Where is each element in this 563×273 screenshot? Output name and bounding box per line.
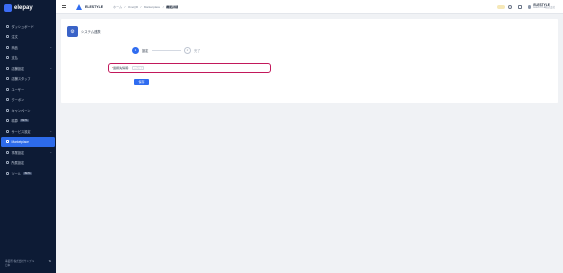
integration-input[interactable]: 入力してください <box>132 66 145 70</box>
sidebar-item-staff[interactable]: 店舗スタッフ <box>0 74 56 85</box>
sidebar-item-label: 店舗設定 <box>11 66 25 71</box>
sidebar-item-label: Marketplace <box>11 139 29 144</box>
field-label: *連携先情報: <box>112 66 130 70</box>
chevron-down-icon: ⌄ <box>49 45 52 50</box>
breadcrumb: ホーム / OneQR / Marketplace / 機能詳細 <box>113 5 178 9</box>
step-2-label: 完了 <box>194 49 201 53</box>
sidebar-item-affiliation[interactable]: 所属設定 <box>0 158 56 169</box>
tile-glyph: ⚙ <box>70 28 75 35</box>
sidebar-item-orders[interactable]: 注文 <box>0 32 56 43</box>
sidebar-item-label: 店舗スタッフ <box>11 77 31 82</box>
sidebar-item-label: 事業設定 <box>11 150 25 155</box>
breadcrumb-item-current: 機能詳細 <box>166 4 179 9</box>
help-icon[interactable] <box>507 5 512 9</box>
users-icon <box>6 87 9 91</box>
account-value: 株式会社サンプル <box>13 260 35 263</box>
save-button[interactable]: 保存 <box>134 79 149 85</box>
menu-icon[interactable] <box>62 5 66 8</box>
account-sub-label: 日本 <box>5 264 11 267</box>
breadcrumb-separator: / <box>124 4 126 9</box>
sidebar-item-business-settings[interactable]: 事業設定 ⌄ <box>0 147 56 158</box>
sidebar-item-service-settings[interactable]: サービス設定 ⌄ <box>0 126 56 137</box>
user-info: ELESTYLE ELESTYLE株式会社 <box>533 3 555 10</box>
beta-badge: BETA <box>23 171 33 175</box>
step-connector <box>152 50 181 51</box>
sidebar-item-products[interactable]: 商品 ⌄ <box>0 42 56 53</box>
sidebar-item-label: キャンペーン <box>11 108 31 113</box>
marketplace-icon <box>6 140 9 144</box>
sidebar-item-payments[interactable]: 支払 <box>0 53 56 64</box>
breadcrumb-separator: / <box>140 4 142 9</box>
system-integration-icon: ⚙ <box>67 26 78 37</box>
field-label-text: 連携先情報 <box>113 66 129 70</box>
sidebar-item-users[interactable]: ユーザー <box>0 84 56 95</box>
chevron-down-icon: ⌄ <box>49 66 52 71</box>
sidebar-footer: 事業所 株式会社サンプル ⇅ 日本 <box>0 259 56 267</box>
chevron-down-icon: ⌄ <box>49 150 52 155</box>
header-actions: ELESTYLE ELESTYLE株式会社 <box>496 0 555 14</box>
chevron-down-icon: ⌄ <box>49 129 52 134</box>
payments-icon <box>6 56 9 60</box>
business-icon <box>6 150 9 154</box>
sidebar-item-label: 商品 <box>11 45 18 50</box>
logo[interactable]: elepay <box>0 1 56 15</box>
sidebar-item-settlement[interactable]: 精算 BETA <box>0 116 56 127</box>
coupon-icon <box>6 98 9 102</box>
service-icon <box>6 129 9 133</box>
store-icon <box>6 66 9 70</box>
sidebar-item-tools[interactable]: ツール BETA <box>0 168 56 179</box>
sidebar-item-coupons[interactable]: クーポン <box>0 95 56 106</box>
tools-icon <box>6 171 9 175</box>
brand[interactable]: ELESTYLE <box>76 3 104 10</box>
settlement-icon <box>6 119 9 123</box>
breadcrumb-item-marketplace[interactable]: Marketplace <box>144 5 160 9</box>
products-icon <box>6 45 9 49</box>
sidebar-item-dashboard[interactable]: ダッシュボード <box>0 21 56 32</box>
collapse-icon[interactable]: ⇅ <box>48 259 51 263</box>
sidebar-item-label: サービス設定 <box>11 129 31 134</box>
step-1-label: 設定 <box>142 49 149 53</box>
breadcrumb-item-oneqr[interactable]: OneQR <box>128 5 138 9</box>
download-icon[interactable] <box>517 5 522 9</box>
sidebar: elepay ダッシュボード 注文 商品 ⌄ 支払 店舗設定 ⌄ 店舗スタッフ ユー… <box>0 0 56 273</box>
sidebar-item-store-settings[interactable]: 店舗設定 ⌄ <box>0 63 56 74</box>
sidebar-item-label: 所属設定 <box>11 161 25 166</box>
breadcrumb-separator: / <box>162 4 164 9</box>
sidebar-item-marketplace[interactable]: Marketplace <box>1 136 55 147</box>
staff-icon <box>6 77 9 81</box>
integration-field: *連携先情報: 入力してください <box>108 63 271 73</box>
beta-badge: BETA <box>19 119 29 123</box>
sidebar-item-label: 注文 <box>11 35 18 40</box>
affiliation-icon <box>6 161 9 165</box>
brand-logo-icon <box>76 3 82 10</box>
card-header: ⚙ システム連携 <box>67 26 101 37</box>
logo-text: elepay <box>14 5 33 11</box>
dashboard-icon <box>6 24 9 28</box>
main-card: ⚙ システム連携 1 設定 2 完了 *連携先情報: 入力してください 保存 <box>61 19 558 103</box>
user-menu[interactable]: ELESTYLE ELESTYLE株式会社 <box>527 3 555 10</box>
step-1-indicator: 1 <box>132 46 139 54</box>
sidebar-item-label: ユーザー <box>11 87 25 92</box>
sidebar-item-label: ツール <box>11 171 22 176</box>
logo-mark-icon <box>4 4 12 12</box>
sidebar-item-label: クーポン <box>11 98 25 103</box>
campaign-icon <box>6 108 9 112</box>
breadcrumb-item-home[interactable]: ホーム <box>113 5 122 9</box>
sidebar-item-label: ダッシュボード <box>11 24 34 29</box>
step-2-indicator: 2 <box>184 46 191 54</box>
card-title: システム連携 <box>81 30 101 34</box>
sidebar-nav: ダッシュボード 注文 商品 ⌄ 支払 店舗設定 ⌄ 店舗スタッフ ユーザー クーポン… <box>0 21 56 179</box>
stepper: 1 設定 2 完了 <box>132 46 212 54</box>
sidebar-item-label: 精算 <box>11 119 18 124</box>
sidebar-item-label: 支払 <box>11 56 18 61</box>
orders-icon <box>6 35 9 39</box>
notice-pill[interactable] <box>496 5 505 9</box>
avatar <box>527 5 532 9</box>
top-header: ELESTYLE ホーム / OneQR / Marketplace / 機能詳細 E… <box>56 0 563 14</box>
sidebar-item-campaigns[interactable]: キャンペーン <box>0 105 56 116</box>
brand-name: ELESTYLE <box>85 4 104 9</box>
user-org: ELESTYLE株式会社 <box>533 6 555 10</box>
